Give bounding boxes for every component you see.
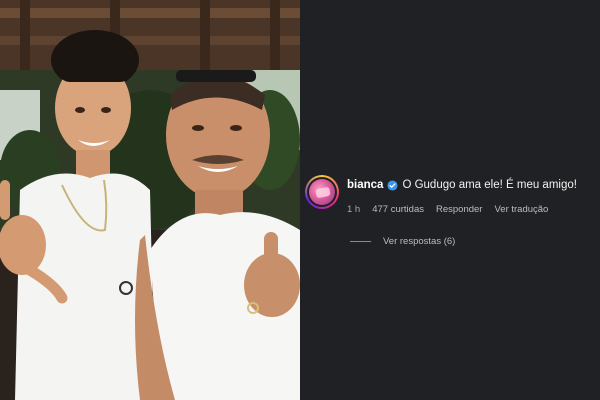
photo xyxy=(0,0,300,400)
avatar-image xyxy=(309,179,335,205)
replies-divider xyxy=(350,241,371,242)
comment-panel: bianca O Gudugo ama ele! É meu amigo! 1 … xyxy=(300,0,600,400)
comment-text: O Gudugo ama ele! É meu amigo! xyxy=(402,179,577,191)
view-replies-button[interactable]: Ver respostas (6) xyxy=(350,236,455,247)
comment-meta: 1 h 477 curtidas Responder Ver tradução xyxy=(347,204,560,215)
translate-button[interactable]: Ver tradução xyxy=(494,204,548,215)
photo-illustration xyxy=(0,0,300,400)
comment-line: bianca O Gudugo ama ele! É meu amigo! xyxy=(347,179,577,191)
likes-count[interactable]: 477 curtidas xyxy=(372,204,424,215)
avatar[interactable] xyxy=(305,175,339,209)
username[interactable]: bianca xyxy=(347,179,383,191)
reply-button[interactable]: Responder xyxy=(436,204,482,215)
view-replies-label: Ver respostas (6) xyxy=(383,236,456,247)
verified-badge-icon xyxy=(387,179,398,191)
comment-time: 1 h xyxy=(347,204,361,215)
